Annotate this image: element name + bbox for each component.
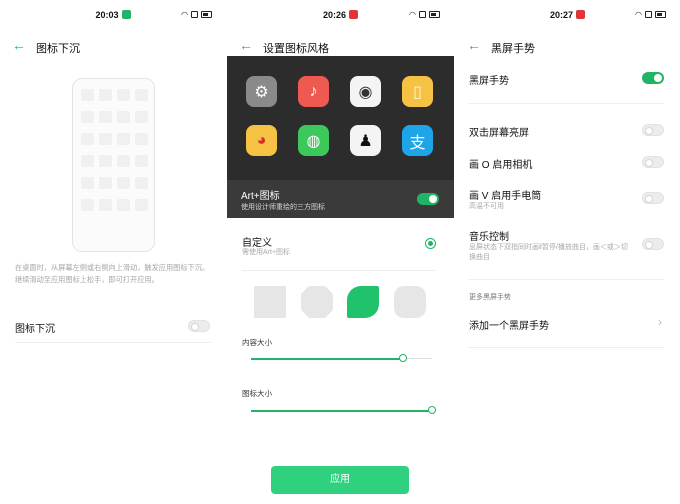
- gesture-master-toggle[interactable]: [642, 72, 664, 84]
- draw-o-camera-label: 画 O 启用相机: [469, 160, 533, 171]
- icon-size-fill: [251, 410, 432, 412]
- music-control-description: 息屏状态下双指同时画‖暂停/播放曲目，画＜或＞切换曲目: [469, 244, 628, 261]
- double-tap-wake-toggle[interactable]: [642, 124, 664, 136]
- header: ← 黑屏手势: [455, 32, 680, 60]
- back-arrow-icon[interactable]: ←: [239, 38, 253, 52]
- chevron-right-icon: ›: [658, 315, 662, 329]
- battery-icon: [201, 11, 212, 18]
- icon-size-label: 图标大小: [242, 389, 272, 398]
- rounded-shape-option[interactable]: [394, 286, 426, 318]
- app-grid-placeholder: [81, 89, 148, 211]
- header: ← 图标下沉: [0, 32, 226, 60]
- status-bar: 20:03 ◠: [0, 0, 226, 28]
- music-control-label: 音乐控制: [469, 232, 509, 243]
- icon-style-screen: 20:26 ◠ ← 设置图标风格 ⚙ ♪ ◉ ▯ ◕ ◍ ♟ 支 Art+图标 …: [227, 0, 454, 504]
- sim-icon: [645, 11, 652, 18]
- draw-o-camera-toggle[interactable]: [642, 156, 664, 168]
- feature-description: 在桌面时，从屏幕左侧或右侧向上滑动，触发应用图标下沉。继续滑动至应用图标上松手，…: [15, 263, 210, 284]
- status-bar: 20:26 ◠: [227, 0, 454, 28]
- draw-v-flashlight-note: 高温不可用: [469, 203, 504, 210]
- content-size-slider[interactable]: [399, 354, 408, 362]
- art-icons-title: Art+图标: [241, 191, 280, 202]
- custom-option-radio[interactable]: [425, 238, 436, 249]
- alipay-icon: 支: [402, 125, 433, 156]
- qq-icon: ♟: [350, 125, 381, 156]
- section-header: 更多黑屏手势: [469, 294, 511, 301]
- art-icons-option[interactable]: Art+图标 使用设计师重绘的三方图标: [227, 180, 454, 218]
- icon-sink-screen: 20:03 ◠ ← 图标下沉 在桌面时，从屏幕左侧或右侧向上滑动，触发应用图标下…: [0, 0, 226, 504]
- draw-v-flashlight-label: 画 V 启用手电筒: [469, 191, 542, 202]
- music-control-toggle[interactable]: [642, 238, 664, 250]
- back-arrow-icon[interactable]: ←: [467, 38, 481, 52]
- content-size-label: 内容大小: [242, 338, 272, 347]
- notes-icon: ▯: [402, 76, 433, 107]
- sim-icon: [191, 11, 198, 18]
- page-title: 黑屏手势: [491, 43, 535, 55]
- icon-size-slider[interactable]: [428, 406, 436, 414]
- battery-icon: [429, 11, 440, 18]
- status-icons: ◠: [181, 10, 212, 19]
- page-title: 设置图标风格: [263, 43, 329, 55]
- camera-icon: ◉: [350, 76, 381, 107]
- wifi-icon: ◠: [409, 10, 416, 19]
- status-bar: 20:27 ◠: [455, 0, 680, 28]
- status-time: 20:26: [322, 10, 347, 20]
- wechat-icon: ◍: [298, 125, 329, 156]
- double-tap-wake-label: 双击屏幕亮屏: [469, 128, 529, 139]
- back-arrow-icon[interactable]: ←: [12, 38, 26, 52]
- notification-badge-icon: [576, 10, 586, 19]
- divider: [242, 270, 436, 271]
- notification-badge-icon: [349, 10, 359, 19]
- weibo-icon: ◕: [246, 125, 277, 156]
- status-icons: ◠: [409, 10, 440, 19]
- draw-v-flashlight-toggle[interactable]: [642, 192, 664, 204]
- sim-icon: [419, 11, 426, 18]
- divider: [469, 103, 664, 104]
- add-gesture-label[interactable]: 添加一个黑屏手势: [469, 317, 549, 332]
- battery-icon: [655, 11, 666, 18]
- content-size-fill: [251, 358, 404, 360]
- apply-button[interactable]: 应用: [271, 466, 409, 494]
- gesture-master-label: 黑屏手势: [469, 76, 509, 87]
- octagon-shape-option[interactable]: [301, 286, 333, 318]
- screen-off-gesture-screen: 20:27 ◠ ← 黑屏手势 黑屏手势 双击屏幕亮屏 画 O 启用相机 画 V …: [455, 0, 680, 504]
- divider: [469, 279, 664, 280]
- custom-option-title: 自定义: [242, 238, 272, 249]
- icon-sink-toggle[interactable]: [188, 320, 210, 332]
- page-title: 图标下沉: [36, 43, 80, 55]
- app-icons-grid: ⚙ ♪ ◉ ▯ ◕ ◍ ♟ 支: [246, 76, 433, 156]
- divider: [469, 347, 664, 348]
- art-icons-toggle[interactable]: [417, 193, 439, 205]
- custom-option-subtitle: 需使用Art+图标: [242, 249, 291, 256]
- phone-preview-illustration: [72, 78, 155, 252]
- status-time: 20:27: [549, 10, 574, 20]
- square-shape-option[interactable]: [254, 286, 286, 318]
- leaf-shape-option[interactable]: [347, 286, 379, 318]
- icon-sink-label: 图标下沉: [15, 324, 55, 335]
- art-icons-subtitle: 使用设计师重绘的三方图标: [241, 204, 325, 211]
- status-icons: ◠: [635, 10, 666, 19]
- gear-icon: ⚙: [246, 76, 277, 107]
- status-time: 20:03: [95, 10, 119, 20]
- wifi-icon: ◠: [635, 10, 642, 19]
- wifi-icon: ◠: [181, 10, 188, 19]
- notification-badge-icon: [121, 10, 131, 19]
- music-icon: ♪: [298, 76, 329, 107]
- divider: [15, 342, 211, 343]
